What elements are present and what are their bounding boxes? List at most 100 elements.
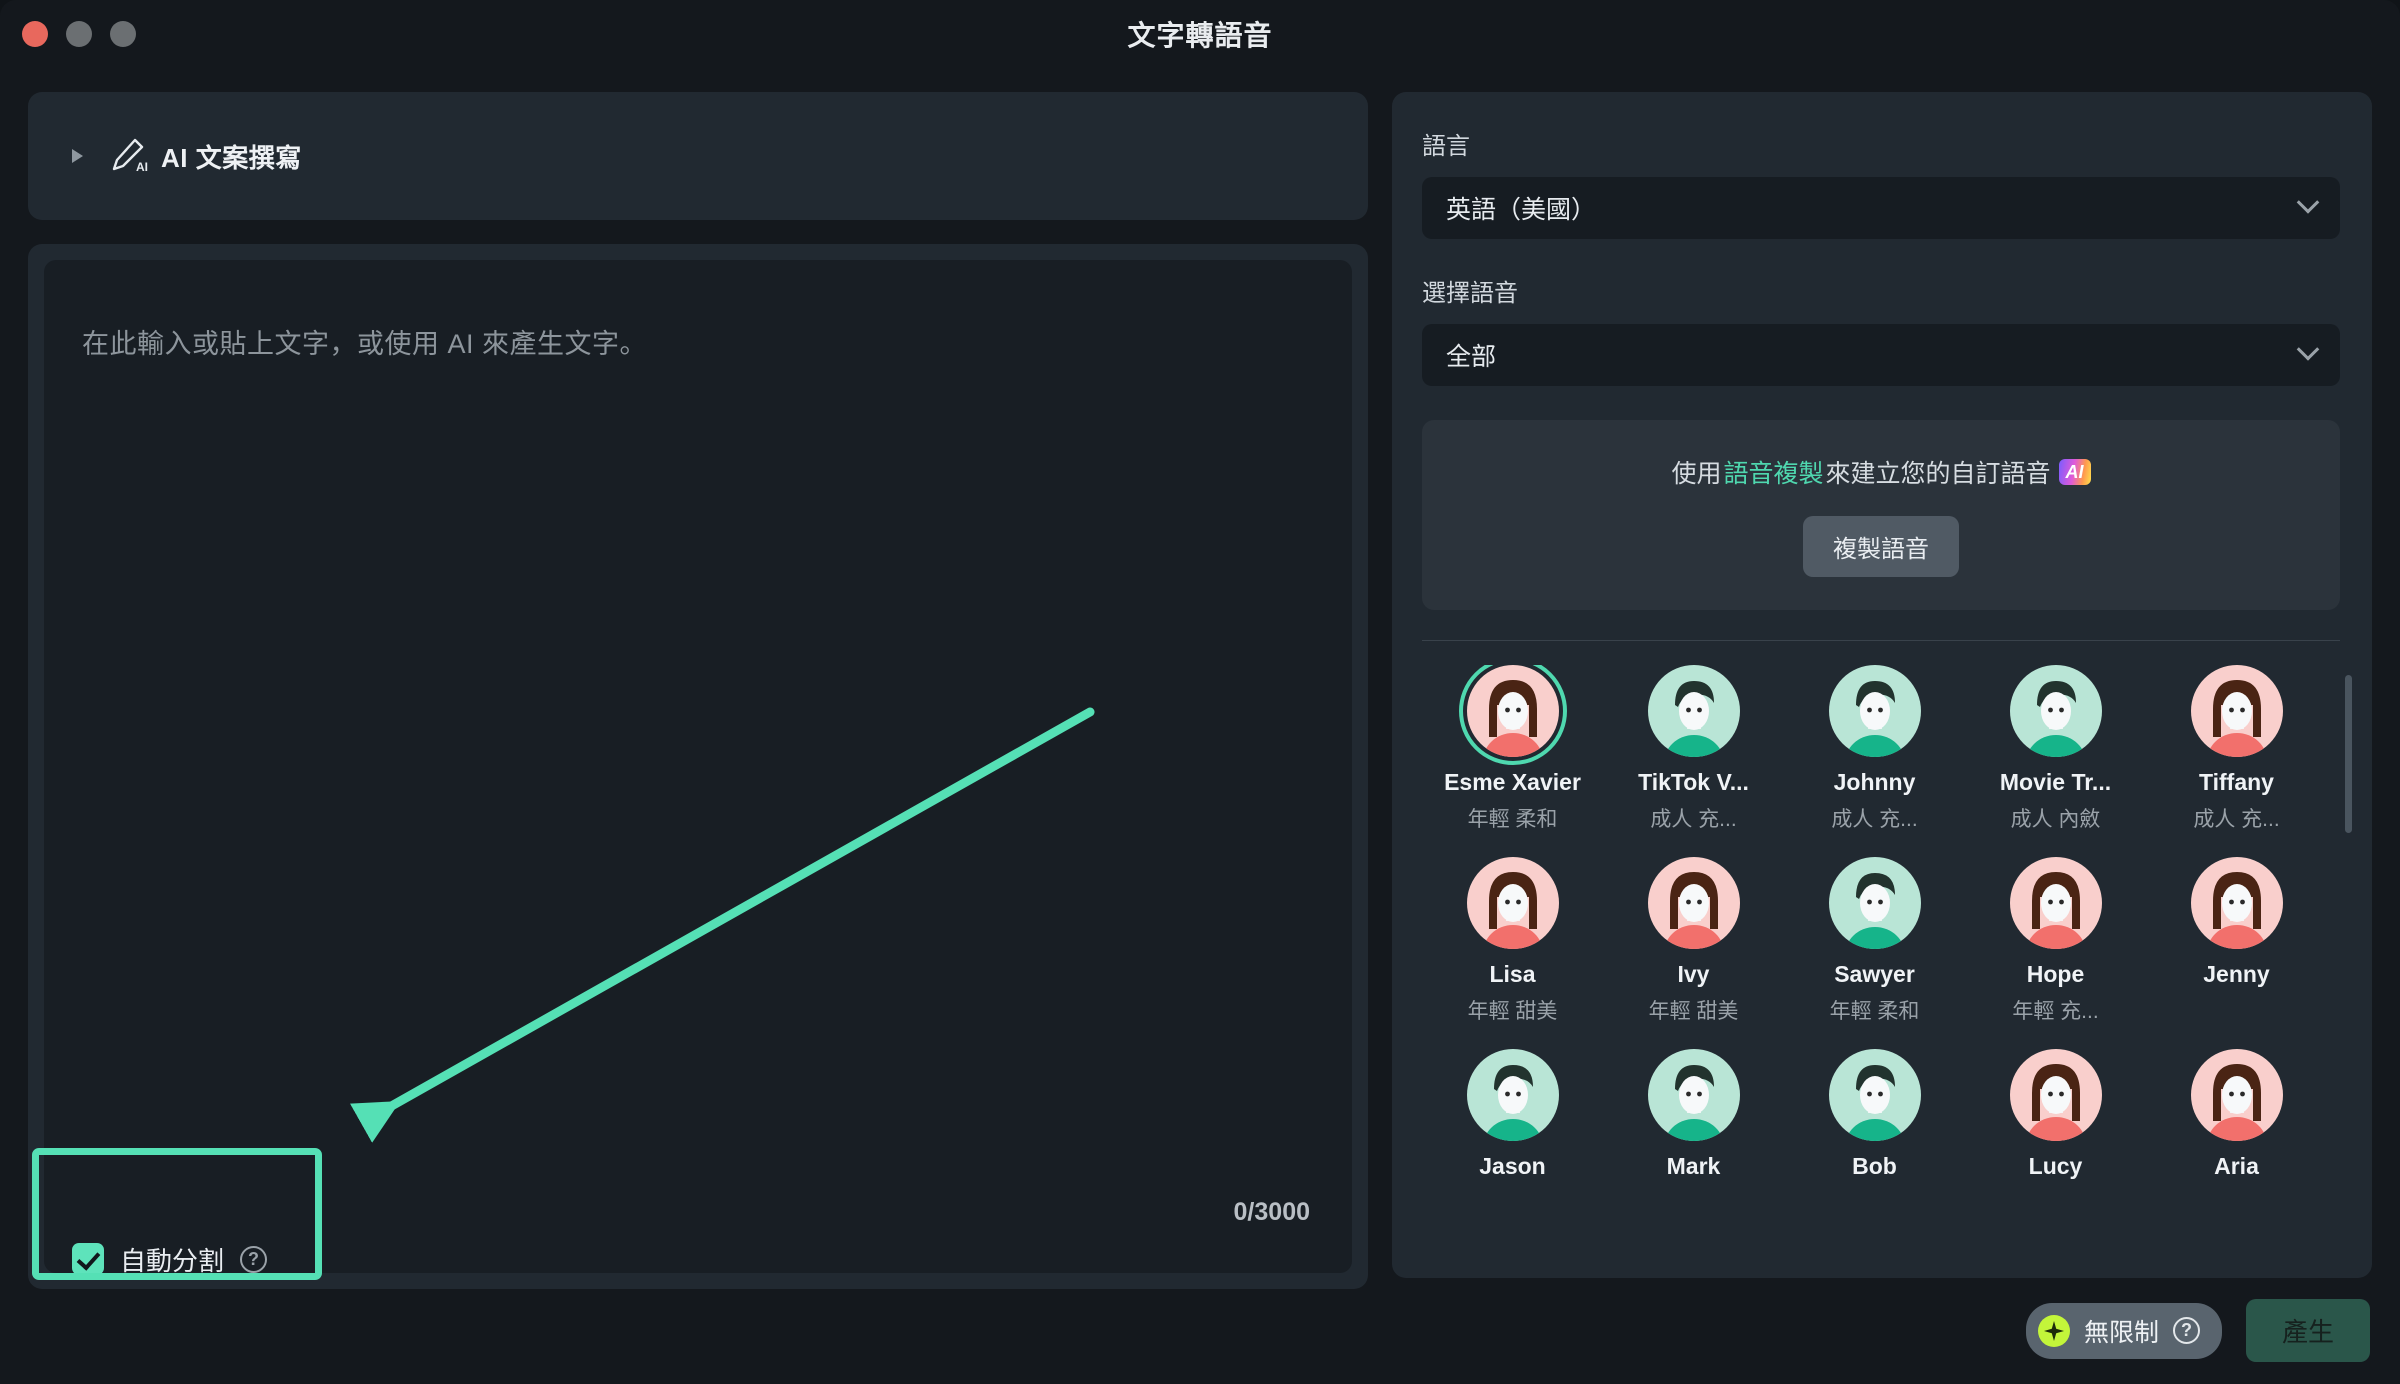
avatar-image bbox=[1647, 1049, 1740, 1141]
voice-avatar[interactable] bbox=[1828, 857, 1921, 949]
unlimited-badge[interactable]: 無限制 ? bbox=[2025, 1302, 2222, 1359]
avatar-image bbox=[1466, 857, 1559, 949]
voice-name: Esme Xavier bbox=[1444, 769, 1581, 795]
text-input-card: 在此輸入或貼上文字，或使用 AI 來產生文字。 0/3000 自動分割 ? bbox=[28, 244, 1368, 1289]
svg-text:AI: AI bbox=[136, 160, 148, 174]
voice-card[interactable]: Jenny bbox=[2146, 857, 2327, 1025]
left-panel: AI AI 文案撰寫 在此輸入或貼上文字，或使用 AI 來產生文字。 0/300… bbox=[28, 92, 1368, 1289]
avatar-image bbox=[2190, 665, 2283, 757]
unlimited-help-icon[interactable]: ? bbox=[2172, 1317, 2200, 1344]
sparkle-icon bbox=[2037, 1314, 2070, 1347]
voice-filter-value: 全部 bbox=[1446, 343, 1497, 371]
clone-voice-button[interactable]: 複製語音 bbox=[1803, 515, 1959, 577]
voice-card[interactable]: Sawyer 年輕 柔和 bbox=[1784, 857, 1965, 1025]
voice-name: Mark bbox=[1666, 1153, 1721, 1179]
voice-list-scrollbar[interactable] bbox=[2345, 665, 2352, 1275]
voice-tags: 年輕 充... bbox=[2012, 1000, 2099, 1023]
avatar-image bbox=[1828, 665, 1921, 757]
avatar-image bbox=[1828, 1049, 1921, 1141]
ai-writer-section[interactable]: AI AI 文案撰寫 bbox=[28, 92, 1368, 220]
voice-name: Jenny bbox=[2203, 961, 2270, 987]
ai-writer-label: AI 文案撰寫 bbox=[161, 142, 302, 173]
voice-card[interactable]: TikTok V... 成人 充... bbox=[1603, 665, 1784, 833]
voice-card[interactable]: Aria bbox=[2146, 1049, 2327, 1187]
window-title: 文字轉語音 bbox=[1127, 20, 1273, 51]
footer-bar: 無限制 ? 產生 bbox=[2025, 1299, 2370, 1362]
text-input-area[interactable]: 在此輸入或貼上文字，或使用 AI 來產生文字。 0/3000 bbox=[44, 260, 1352, 1273]
voice-avatar[interactable] bbox=[2009, 665, 2102, 757]
auto-split-label: 自動分割 bbox=[120, 1245, 225, 1276]
avatar-image bbox=[2190, 857, 2283, 949]
voice-card[interactable]: Ivy 年輕 甜美 bbox=[1603, 857, 1784, 1025]
voice-card[interactable]: Tiffany 成人 充... bbox=[2146, 665, 2327, 833]
voice-filter-select[interactable]: 全部 bbox=[1422, 324, 2340, 386]
voice-card[interactable]: Esme Xavier 年輕 柔和 bbox=[1422, 665, 1603, 833]
chevron-down-icon bbox=[2296, 338, 2320, 361]
voice-name: Lisa bbox=[1489, 961, 1536, 987]
voice-grid: Esme Xavier年輕 柔和 TikTok V...成人 充... Jo bbox=[1422, 665, 2327, 1187]
auto-split-checkbox[interactable] bbox=[72, 1243, 104, 1275]
voice-tags: 年輕 柔和 bbox=[1467, 808, 1558, 831]
auto-split-row[interactable]: 自動分割 ? bbox=[72, 1230, 268, 1288]
voice-card[interactable]: Lisa 年輕 甜美 bbox=[1422, 857, 1603, 1025]
voice-card[interactable]: Bob bbox=[1784, 1049, 1965, 1187]
voice-card[interactable]: Mark bbox=[1603, 1049, 1784, 1187]
voice-filter-label: 選擇語音 bbox=[1422, 280, 1518, 307]
voice-name: Aria bbox=[2214, 1153, 2259, 1179]
voice-card[interactable]: Johnny 成人 充... bbox=[1784, 665, 1965, 833]
voice-name: Lucy bbox=[2028, 1153, 2083, 1179]
voice-name: Sawyer bbox=[1834, 961, 1915, 987]
voice-avatar[interactable] bbox=[1647, 1049, 1740, 1141]
avatar-image bbox=[2009, 665, 2102, 757]
avatar-image bbox=[1466, 665, 1559, 757]
voice-avatar[interactable] bbox=[2190, 665, 2283, 757]
generate-button[interactable]: 產生 bbox=[2245, 1299, 2370, 1362]
avatar-image bbox=[2009, 1049, 2102, 1141]
clone-text-before: 使用 bbox=[1671, 459, 1722, 488]
voice-avatar[interactable] bbox=[2009, 857, 2102, 949]
section-divider bbox=[1422, 640, 2340, 641]
voice-tags: 成人 充... bbox=[1650, 808, 1737, 831]
auto-split-help-icon[interactable]: ? bbox=[240, 1245, 268, 1273]
ai-badge-icon: AI bbox=[2058, 458, 2091, 485]
voice-card[interactable]: Movie Tr... 成人 內斂 bbox=[1965, 665, 2146, 833]
language-value: 英語（美國） bbox=[1446, 196, 1597, 224]
voice-avatar[interactable] bbox=[1647, 857, 1740, 949]
voice-clone-link[interactable]: 語音複製 bbox=[1723, 454, 1823, 490]
voice-avatar[interactable] bbox=[2009, 1049, 2102, 1141]
unlimited-label: 無限制 bbox=[2083, 1318, 2159, 1347]
voice-tags: 成人 充... bbox=[2193, 808, 2280, 831]
voice-avatar[interactable] bbox=[1466, 1049, 1559, 1141]
voice-name: Movie Tr... bbox=[1999, 769, 2112, 795]
voice-avatar[interactable] bbox=[2190, 857, 2283, 949]
voice-name: Hope bbox=[2026, 961, 2085, 987]
voice-avatar[interactable] bbox=[1647, 665, 1740, 757]
app-window: 文字轉語音 AI AI 文案撰寫 在此輸入或貼上文字，或使用 AI 來產生文字。… bbox=[0, 0, 2400, 1384]
voice-clone-text: 使用 語音複製 來建立您的自訂語音 AI bbox=[1671, 454, 2091, 490]
voice-tags: 年輕 甜美 bbox=[1648, 1000, 1739, 1023]
avatar-image bbox=[1828, 857, 1921, 949]
language-select[interactable]: 英語（美國） bbox=[1422, 177, 2340, 239]
voice-tags: 成人 充... bbox=[1831, 808, 1918, 831]
voice-name: Jason bbox=[1479, 1153, 1546, 1179]
avatar-image bbox=[2190, 1049, 2283, 1141]
voice-avatar[interactable] bbox=[1828, 665, 1921, 757]
voice-list-scroll-area[interactable]: Esme Xavier年輕 柔和 TikTok V...成人 充... Jo bbox=[1422, 665, 2352, 1275]
chevron-right-icon[interactable] bbox=[72, 149, 83, 163]
voice-avatar[interactable] bbox=[1466, 857, 1559, 949]
voice-avatar[interactable] bbox=[2190, 1049, 2283, 1141]
voice-list-scrollbar-thumb[interactable] bbox=[2345, 675, 2352, 833]
voice-name: Johnny bbox=[1833, 769, 1916, 795]
text-placeholder: 在此輸入或貼上文字，或使用 AI 來產生文字。 bbox=[82, 329, 648, 359]
voice-name: Bob bbox=[1852, 1153, 1897, 1179]
character-counter: 0/3000 bbox=[1233, 1198, 1310, 1226]
voice-avatar-selected[interactable] bbox=[1458, 665, 1567, 765]
voice-card[interactable]: Lucy bbox=[1965, 1049, 2146, 1187]
right-panel: 語言 英語（美國） 選擇語音 全部 使用 語音複製 來建立您的自訂語音 AI 複製語音 bbox=[1392, 92, 2372, 1278]
voice-avatar[interactable] bbox=[1828, 1049, 1921, 1141]
voice-tags: 年輕 甜美 bbox=[1467, 1000, 1558, 1023]
title-bar: 文字轉語音 bbox=[0, 0, 2400, 68]
voice-clone-card: 使用 語音複製 來建立您的自訂語音 AI 複製語音 bbox=[1422, 420, 2340, 610]
voice-card[interactable]: Jason bbox=[1422, 1049, 1603, 1187]
voice-card[interactable]: Hope 年輕 充... bbox=[1965, 857, 2146, 1025]
